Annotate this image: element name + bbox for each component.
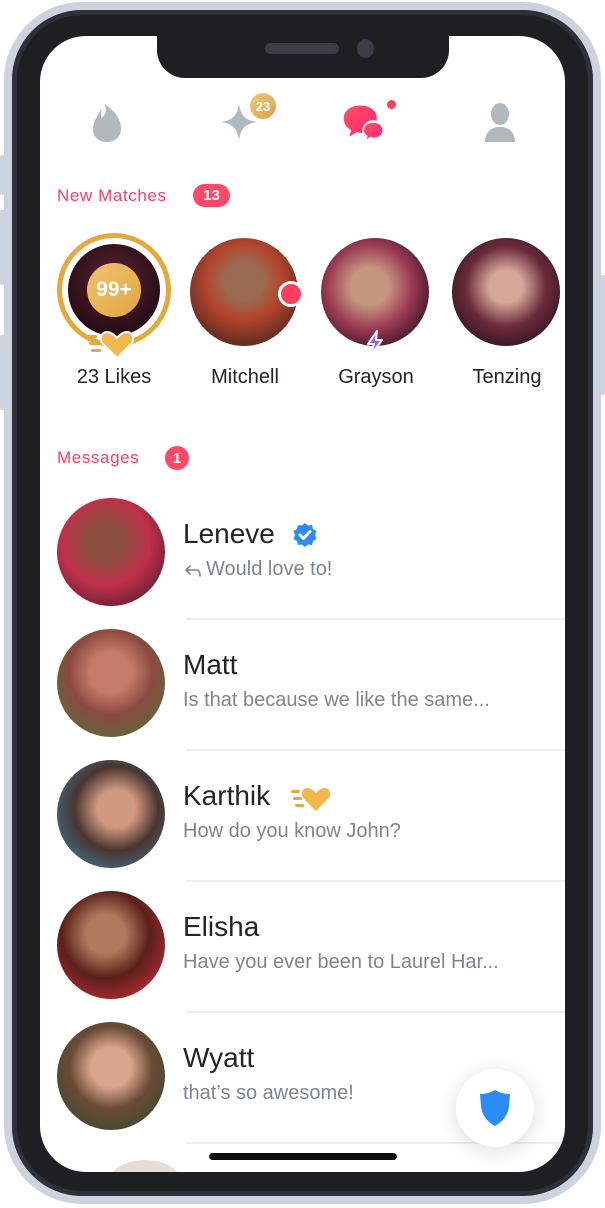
message-name: Matt [183, 649, 238, 680]
avatar [57, 760, 165, 868]
nav-profile[interactable] [478, 100, 522, 144]
reply-arrow-icon [184, 565, 201, 577]
front-camera [357, 39, 374, 58]
divider [186, 749, 565, 751]
new-matches-count: 13 [193, 184, 230, 207]
speaker-grille [265, 43, 339, 54]
nav-messages[interactable] [342, 100, 386, 144]
message-row-leneve[interactable]: Leneve Would love to! [40, 498, 565, 629]
avatar [57, 629, 165, 737]
avatar [452, 238, 560, 346]
avatar [57, 891, 165, 999]
safety-toolkit-button[interactable] [456, 1069, 534, 1147]
message-preview: Have you ever been to Laurel Har... [183, 951, 499, 973]
shield-icon [480, 1090, 510, 1126]
super-like-heart-icon [291, 788, 330, 811]
match-name: Mitchell [211, 366, 279, 388]
message-name: Wyatt [183, 1042, 255, 1073]
message-name: Leneve [183, 518, 275, 549]
avatar [57, 1022, 165, 1130]
likes-label: 23 Likes [76, 366, 152, 388]
profile-icon [485, 103, 515, 142]
divider [186, 880, 565, 882]
likes-count-badge: 23 [250, 93, 276, 119]
message-row-matt[interactable]: Matt Is that because we like the same... [40, 629, 565, 760]
verified-badge-icon [293, 523, 317, 547]
chat-bubbles-icon [343, 105, 385, 143]
message-row-karthik[interactable]: Karthik How do you know John? [40, 760, 565, 891]
new-matches-title: New Matches [57, 186, 167, 205]
avatar [57, 498, 165, 606]
message-preview: Is that because we like the same... [183, 689, 490, 711]
match-name: Tenzing [472, 366, 542, 388]
lightning-boost-icon [367, 330, 383, 356]
message-preview: Would love to! [206, 558, 333, 580]
unread-dot [387, 100, 396, 109]
likes-count-badge: 99+ [87, 263, 141, 317]
volume-up-button [0, 210, 6, 285]
flame-icon [93, 104, 121, 142]
message-preview: How do you know John? [183, 820, 401, 842]
message-preview: that’s so awesome! [183, 1082, 354, 1104]
super-like-heart-icon [87, 330, 135, 359]
messages-count: 1 [165, 446, 189, 470]
message-name: Karthik [183, 780, 271, 811]
volume-down-button [0, 335, 6, 410]
app-screen: 23 New Matches 13 99+ 23 Likes Mitchell … [40, 36, 565, 1172]
new-match-dot [278, 281, 304, 307]
divider [186, 1011, 565, 1013]
avatar-partial [110, 1160, 180, 1172]
match-name: Grayson [338, 366, 414, 388]
mute-switch [0, 155, 6, 195]
message-name: Elisha [183, 911, 260, 942]
home-indicator[interactable] [209, 1153, 397, 1160]
nav-discover[interactable] [85, 100, 129, 144]
notch [157, 36, 449, 78]
power-button [599, 275, 605, 395]
divider [186, 618, 565, 620]
messages-title: Messages [57, 448, 140, 467]
message-row-elisha[interactable]: Elisha Have you ever been to Laurel Har.… [40, 891, 565, 1022]
